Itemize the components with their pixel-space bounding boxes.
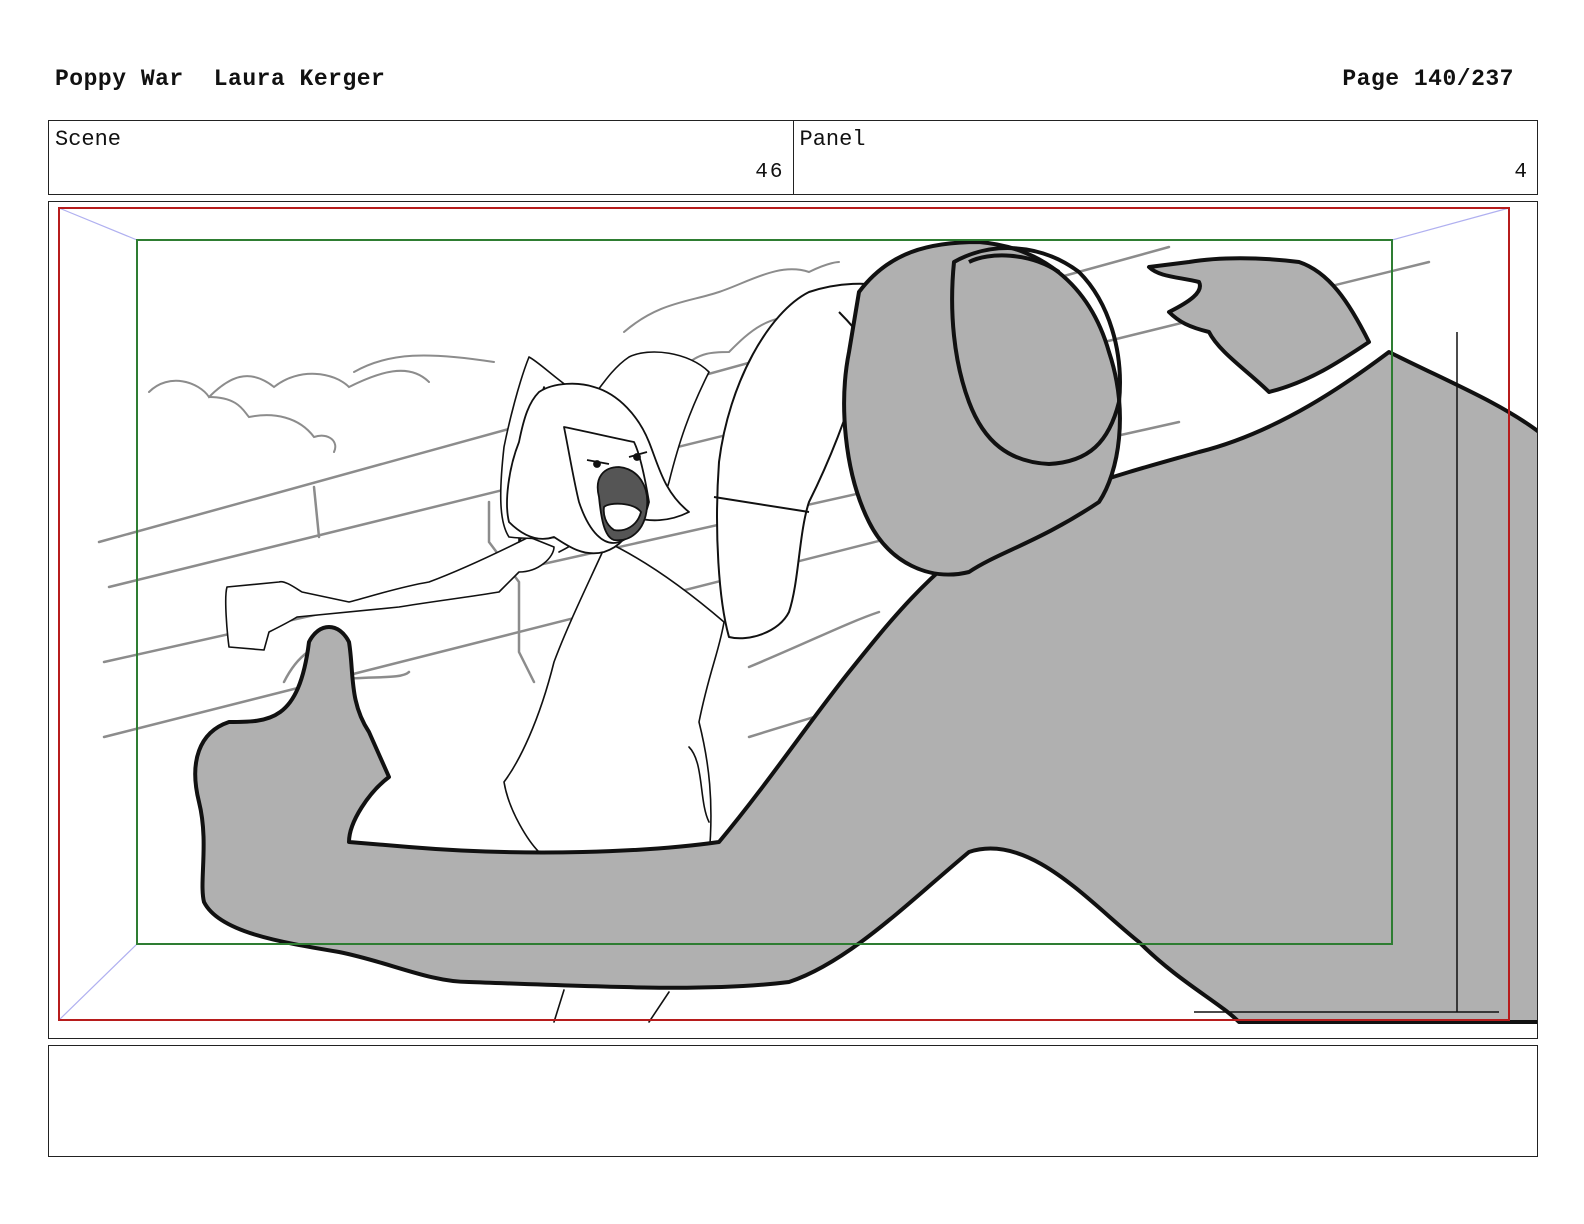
panel-value: 4 (1514, 161, 1529, 184)
page-number: Page 140/237 (1342, 66, 1514, 92)
scene-panel-info: Scene 46 Panel 4 (48, 120, 1538, 195)
scene-label: Scene (55, 127, 122, 152)
panel-label: Panel (799, 127, 866, 152)
artist-name: Laura Kerger (213, 66, 386, 92)
header-title: Poppy War Laura Kerger (55, 66, 385, 92)
panel-notes (48, 1045, 1538, 1157)
scene-cell: Scene 46 (49, 121, 793, 194)
storyboard-panel (48, 201, 1538, 1039)
scene-value: 46 (755, 161, 785, 184)
project-name: Poppy War (55, 66, 184, 92)
panel-drawing (58, 207, 1537, 1024)
panel-cell: Panel 4 (792, 121, 1538, 194)
